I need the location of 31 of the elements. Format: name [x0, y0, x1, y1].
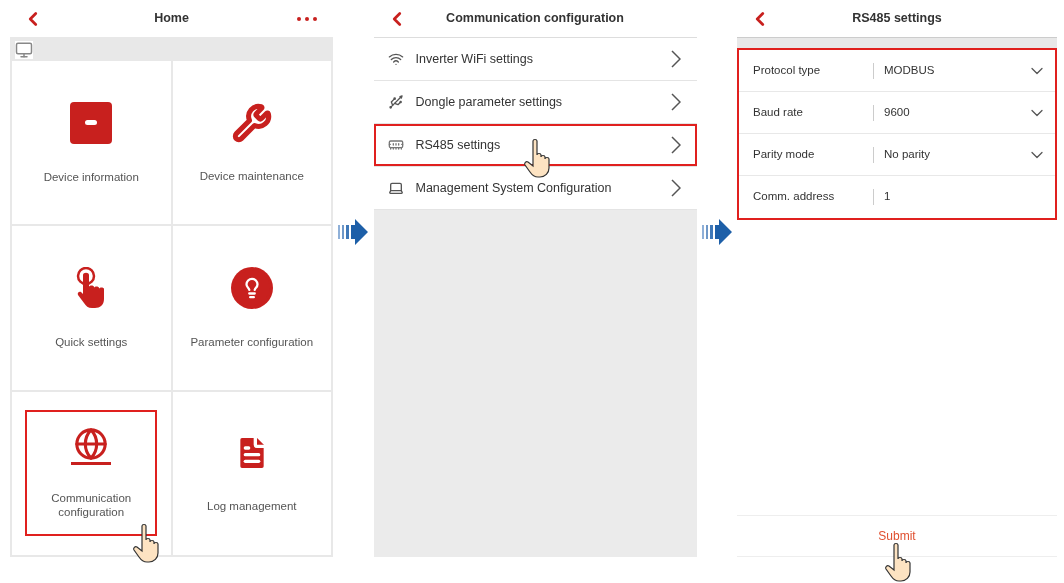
tools-icon — [231, 102, 272, 143]
screen-title: Communication configuration — [446, 10, 624, 28]
settings-list-item[interactable]: Dongle parameter settings — [373, 81, 697, 123]
network-globe-icon — [71, 427, 112, 466]
menu-tile[interactable]: Communication configuration — [25, 410, 158, 537]
flow-arrow-icon — [338, 216, 369, 247]
chevron-right-icon — [670, 179, 681, 197]
field-label: Parity mode — [753, 146, 816, 162]
field-label: Baud rate — [753, 104, 804, 120]
input-field[interactable]: 1 — [884, 188, 1047, 206]
field-label: Comm. address — [753, 189, 836, 205]
chevron-right-icon — [670, 93, 681, 111]
settings-list-item[interactable]: Management System Configuration — [373, 167, 697, 209]
wifi-icon — [387, 51, 404, 67]
flow-arrow-icon — [701, 216, 732, 247]
dropdown-field[interactable]: No parity — [884, 144, 1047, 165]
screen-title: RS485 settings — [852, 10, 942, 28]
settings-list-item[interactable]: Inverter WiFi settings — [373, 38, 697, 80]
more-icon[interactable] — [297, 16, 317, 21]
dropdown-field[interactable]: MODBUS — [884, 60, 1047, 81]
laptop-icon — [387, 180, 404, 196]
dropdown-field[interactable]: 9600 — [884, 102, 1047, 123]
usb-icon — [387, 94, 404, 110]
chevron-right-icon — [670, 50, 681, 68]
field-label: Protocol type — [753, 62, 822, 78]
port-icon — [387, 137, 404, 153]
screen-title: Home — [154, 10, 189, 28]
device-icon — [70, 101, 113, 144]
settings-list-item[interactable]: RS485 settings — [373, 124, 697, 166]
chevron-right-icon — [670, 136, 681, 154]
submit-button[interactable]: Submit — [874, 527, 920, 545]
